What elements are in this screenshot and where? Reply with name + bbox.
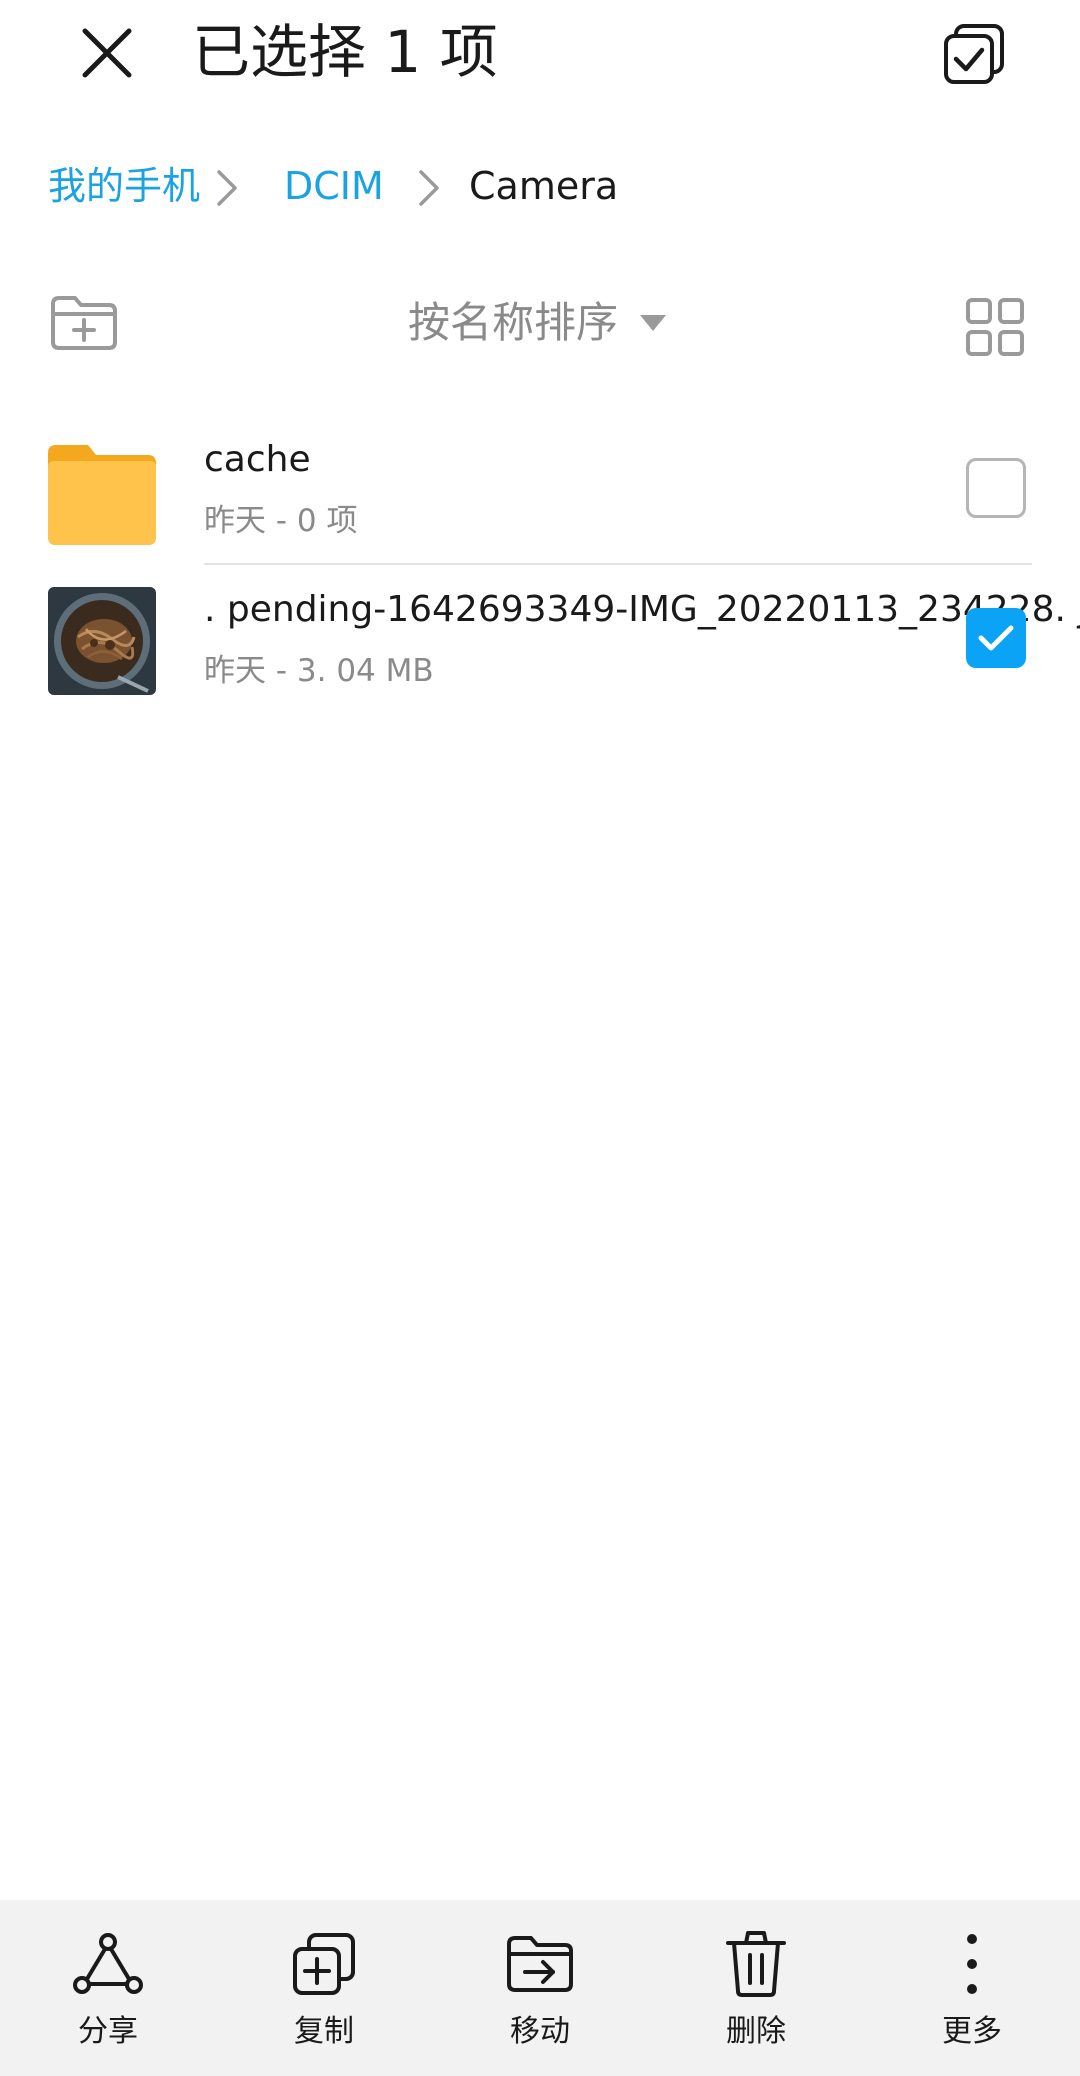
delete-button[interactable]: 删除 [686,1900,826,2076]
image-thumbnail [48,587,156,695]
selection-title: 已选择 1 项 [192,18,498,86]
file-meta: 昨天 - 3. 04 MB [204,653,434,689]
close-icon [82,28,132,78]
file-name: . pending-1642693349-IMG_20220113_234228… [204,589,1080,630]
more-label: 更多 [942,2014,1002,2049]
file-toolbar: 按名称排序 [0,280,1080,370]
new-folder-button[interactable] [44,288,124,358]
grid-view-button[interactable] [960,292,1030,362]
file-meta: 昨天 - 0 项 [204,503,358,539]
breadcrumb-my-phone[interactable]: 我的手机 [48,150,200,222]
grid-view-icon [966,298,1024,356]
file-list: cache 昨天 - 0 项 . pending-1642693349-IMG_… [0,415,1080,715]
more-button[interactable]: 更多 [902,1900,1042,2076]
breadcrumb-dcim[interactable]: DCIM [284,150,384,222]
share-button[interactable]: 分享 [38,1900,178,2076]
file-name: cache [204,439,311,480]
delete-label: 删除 [726,2014,786,2049]
title-bar: 已选择 1 项 [0,0,1080,110]
sort-label: 按名称排序 [408,298,619,347]
item-checkbox[interactable] [966,608,1026,668]
breadcrumb-camera: Camera [469,164,619,208]
folder-icon [48,437,156,545]
sort-dropdown[interactable]: 按名称排序 [408,288,668,358]
select-all-icon [944,24,1004,84]
breadcrumb: 我的手机 DCIM Camera [0,150,1080,230]
share-icon [68,1924,148,2004]
close-button[interactable] [72,18,142,88]
chevron-right-icon [414,168,444,208]
move-icon [500,1924,580,2004]
copy-button[interactable]: 复制 [254,1900,394,2076]
list-item[interactable]: . pending-1642693349-IMG_20220113_234228… [0,565,1080,715]
copy-icon [284,1924,364,2004]
select-all-button[interactable] [934,14,1014,94]
list-item[interactable]: cache 昨天 - 0 项 [0,415,1080,565]
chevron-right-icon [212,168,242,208]
share-label: 分享 [78,2014,138,2049]
bottom-action-bar: 分享 复制 移动 删除 更多 [0,1900,1080,2076]
move-label: 移动 [510,2014,570,2049]
triangle-down-icon [640,315,667,331]
item-checkbox[interactable] [966,458,1026,518]
new-folder-icon [51,296,117,350]
move-button[interactable]: 移动 [470,1900,610,2076]
more-icon [932,1924,1012,2004]
delete-icon [716,1924,796,2004]
checkmark-icon [978,625,1014,651]
copy-label: 复制 [294,2014,354,2049]
